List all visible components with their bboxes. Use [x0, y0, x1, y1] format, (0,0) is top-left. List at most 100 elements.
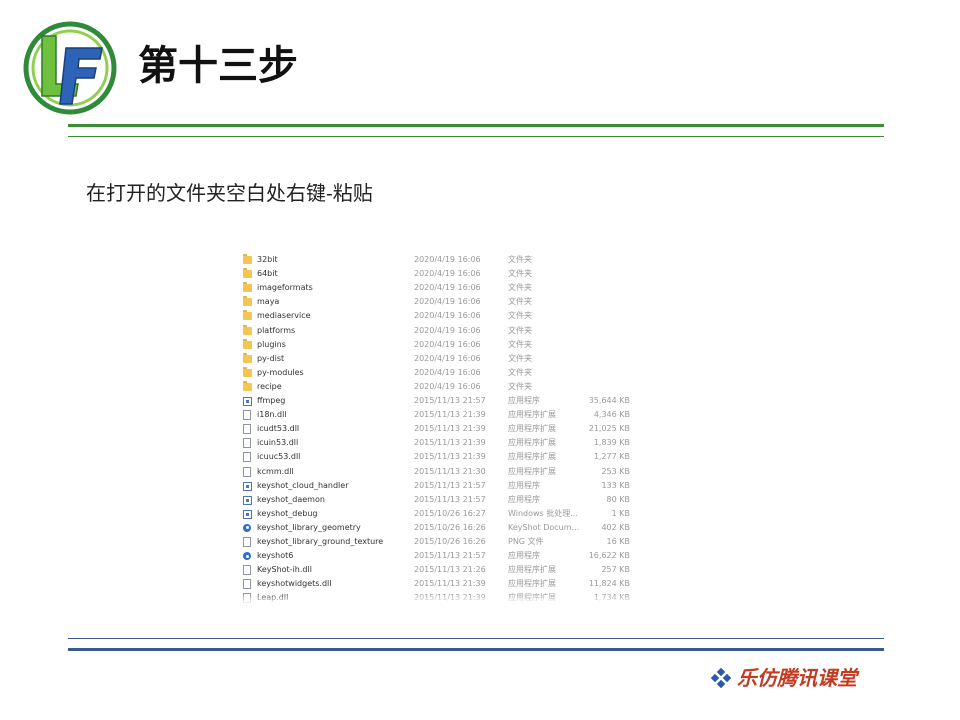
file-row[interactable]: 64bit 2020/4/19 16:06 文件夹: [238, 267, 662, 281]
file-type: 应用程序扩展: [508, 410, 556, 420]
file-name: keyshot_debug: [257, 508, 318, 518]
dll-file-icon: [243, 579, 251, 590]
file-row[interactable]: icuin53.dll 2015/11/13 21:39 应用程序扩展 1,839 K…: [238, 436, 662, 450]
file-row[interactable]: 32bit 2020/4/19 16:06 文件夹: [238, 253, 662, 267]
file-type: 应用程序扩展: [508, 565, 556, 575]
file-name: ffmpeg: [257, 396, 286, 405]
file-row[interactable]: Leap.dll 2015/11/13 21:39 应用程序扩展 1,734 KB: [238, 591, 662, 604]
folder-icon: [243, 268, 252, 279]
diamond-cluster-icon: [711, 668, 731, 688]
footer-divider-thick: [68, 648, 884, 651]
file-explorer-list: 32bit 2020/4/19 16:06 文件夹 64bit 2020/4/19 16…: [238, 248, 662, 604]
folder-icon: [243, 366, 252, 377]
file-row[interactable]: platforms 2020/4/19 16:06 文件夹: [238, 324, 662, 338]
file-row[interactable]: py-dist 2020/4/19 16:06 文件夹: [238, 352, 662, 366]
file-row[interactable]: icudt53.dll 2015/11/13 21:39 应用程序扩展 21,025 …: [238, 422, 662, 436]
folder-icon: [243, 352, 252, 363]
application-icon: [243, 397, 252, 406]
file-type: 应用程序: [508, 396, 540, 405]
file-row[interactable]: imageformats 2020/4/19 16:06 文件夹: [238, 281, 662, 295]
file-type: 应用程序扩展: [508, 438, 556, 448]
file-date: 2015/10/26 16:26: [414, 537, 486, 546]
folder-icon: [243, 310, 252, 321]
file-name: 64bit: [257, 269, 278, 279]
file-size: 16 KB: [606, 537, 630, 546]
file-date: 2015/11/13 21:57: [414, 480, 486, 490]
file-name: Leap.dll: [257, 593, 289, 603]
folder-icon: [243, 380, 252, 391]
file-type: 应用程序: [508, 494, 540, 504]
file-date: 2015/11/13 21:26: [414, 565, 486, 575]
file-type: 文件夹: [508, 255, 532, 264]
file-name: platforms: [257, 325, 296, 335]
file-row[interactable]: keyshot_debug 2015/10/26 16:27 Windows 批处理…: [238, 507, 662, 521]
file-row[interactable]: recipe 2020/4/19 16:06 文件夹: [238, 380, 662, 394]
dll-file-icon: [243, 466, 251, 477]
file-size: 35,644 KB: [588, 396, 630, 405]
lf-logo: [23, 21, 117, 115]
file-type: 文件夹: [508, 339, 532, 349]
batch-file-icon: [243, 509, 252, 519]
file-row[interactable]: keyshot_daemon 2015/11/13 21:57 应用程序 80 KB: [238, 493, 662, 507]
file-row[interactable]: py-modules 2020/4/19 16:06 文件夹: [238, 366, 662, 380]
application-icon: [243, 481, 252, 491]
file-size: 133 KB: [601, 480, 630, 490]
file-row[interactable]: plugins 2020/4/19 16:06 文件夹: [238, 338, 662, 352]
file-type: 应用程序: [508, 480, 540, 490]
file-date: 2020/4/19 16:06: [414, 283, 481, 293]
file-size: 1 KB: [611, 508, 630, 518]
file-row[interactable]: keyshot6 2015/11/13 21:57 应用程序 16,622 KB: [238, 549, 662, 563]
file-date: 2015/11/13 21:57: [414, 551, 486, 561]
file-name: recipe: [257, 381, 282, 391]
dll-file-icon: [243, 593, 251, 604]
file-row[interactable]: keyshot_library_ground_texture 2015/10/26…: [238, 535, 662, 549]
keyshot-app-icon: [243, 552, 251, 561]
file-row[interactable]: kcmm.dll 2015/11/13 21:30 应用程序扩展 253 KB: [238, 465, 662, 479]
file-name: keyshot_cloud_handler: [257, 480, 349, 490]
file-row[interactable]: i18n.dll 2015/11/13 21:39 应用程序扩展 4,346 KB: [238, 408, 662, 422]
file-date: 2020/4/19 16:06: [414, 325, 481, 335]
file-date: 2015/11/13 21:39: [414, 579, 486, 589]
file-type: 应用程序扩展: [508, 424, 556, 434]
file-row[interactable]: ffmpeg 2015/11/13 21:57 应用程序 35,644 KB: [238, 394, 662, 408]
file-name: 32bit: [257, 255, 278, 264]
file-row[interactable]: icuuc53.dll 2015/11/13 21:39 应用程序扩展 1,277 K…: [238, 450, 662, 464]
file-type: PNG 文件: [508, 537, 544, 546]
file-type: 应用程序扩展: [508, 452, 556, 462]
footer-divider-thin: [68, 638, 884, 639]
dll-file-icon: [243, 424, 251, 435]
file-date: 2015/10/26 16:26: [414, 522, 486, 532]
file-name: icudt53.dll: [257, 424, 300, 434]
dll-file-icon: [243, 410, 251, 421]
dll-file-icon: [243, 452, 251, 463]
file-size: 257 KB: [601, 565, 630, 575]
file-type: 应用程序: [508, 551, 540, 561]
file-date: 2015/11/13 21:57: [414, 494, 486, 504]
file-type: 文件夹: [508, 367, 532, 377]
file-name: mediaservice: [257, 311, 311, 321]
file-name: keyshot_library_geometry: [257, 522, 361, 532]
file-type: 文件夹: [508, 353, 532, 363]
file-row[interactable]: mediaservice 2020/4/19 16:06 文件夹: [238, 309, 662, 323]
file-row[interactable]: keyshot_library_geometry 2015/10/26 16:26…: [238, 521, 662, 535]
file-type: 文件夹: [508, 297, 532, 307]
dll-file-icon: [243, 565, 251, 576]
file-row[interactable]: KeyShot-ih.dll 2015/11/13 21:26 应用程序扩展 257 …: [238, 563, 662, 577]
file-size: 80 KB: [606, 494, 630, 504]
file-type: 文件夹: [508, 283, 532, 293]
file-type: 文件夹: [508, 381, 532, 391]
file-size: 1,277 KB: [593, 452, 630, 462]
header-divider-thick: [68, 124, 884, 127]
file-name: keyshot_library_ground_texture: [257, 537, 384, 546]
file-name: icuin53.dll: [257, 438, 299, 448]
file-name: kcmm.dll: [257, 466, 294, 476]
file-date: 2020/4/19 16:06: [414, 297, 481, 307]
file-date: 2015/11/13 21:30: [414, 466, 486, 476]
file-type: KeyShot Docum...: [508, 522, 580, 532]
file-name: icuuc53.dll: [257, 452, 301, 462]
file-row[interactable]: maya 2020/4/19 16:06 文件夹: [238, 295, 662, 309]
file-row[interactable]: keyshot_cloud_handler 2015/11/13 21:57 应用程…: [238, 479, 662, 493]
file-name: py-dist: [257, 353, 285, 363]
file-type: 文件夹: [508, 311, 532, 321]
file-row[interactable]: keyshotwidgets.dll 2015/11/13 21:39 应用程序扩展…: [238, 577, 662, 591]
